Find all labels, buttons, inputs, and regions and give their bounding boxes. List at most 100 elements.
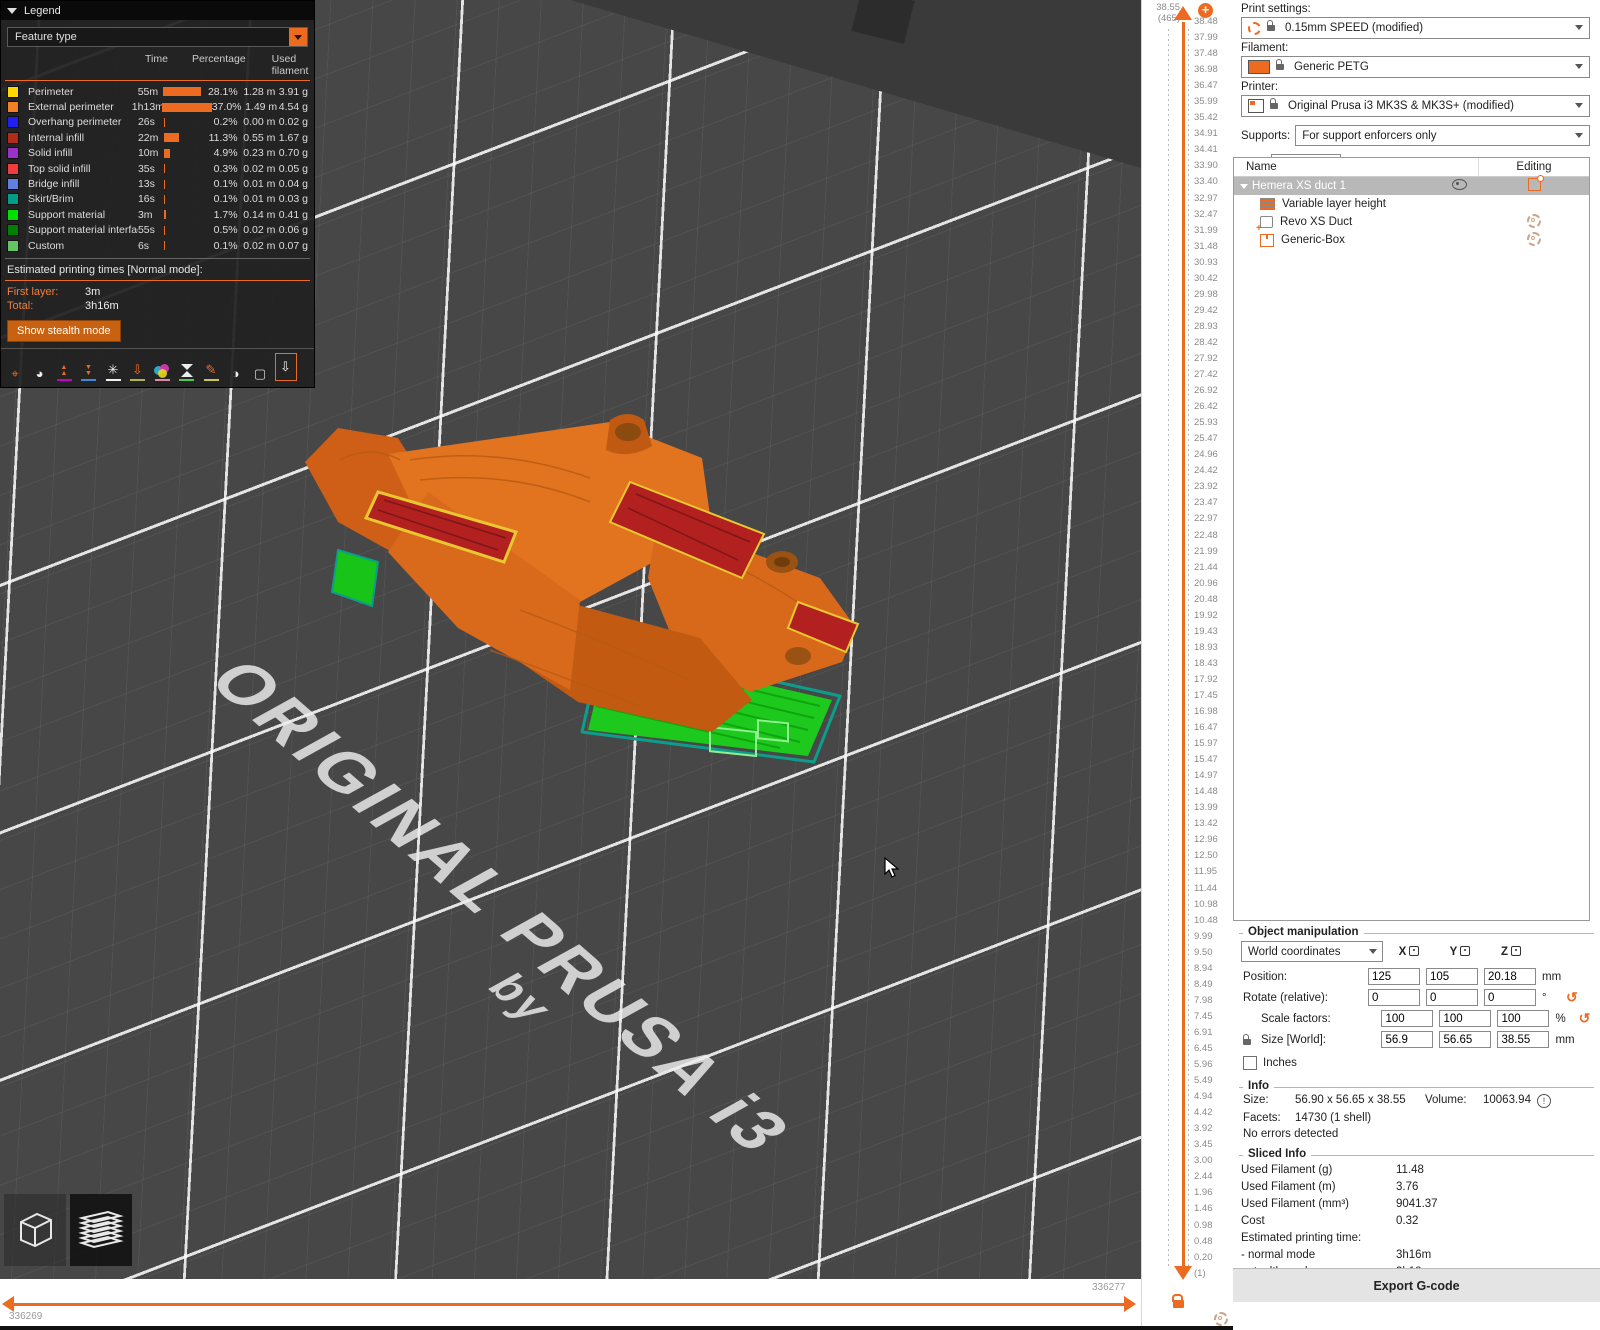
layer-tick-label: 8.94 (1194, 962, 1213, 974)
feature-label: Top solid infill (28, 162, 91, 175)
reset-icon[interactable]: ↺ (1566, 989, 1582, 1006)
input-z[interactable] (1497, 1010, 1550, 1027)
sliced-info-group: Sliced Info Used Filament (g) 11.48 Used F… (1239, 1148, 1594, 1278)
layer-tick-label: 18.93 (1194, 641, 1218, 653)
show-stealth-mode-button[interactable]: Show stealth mode (7, 320, 121, 343)
layer-slider[interactable]: 38.55 (465) + 38.48 37.99 37.48 36.98 36.47 3… (1141, 0, 1233, 1330)
percentage-bar (163, 133, 209, 143)
shells-icon[interactable]: ▢ (250, 357, 270, 381)
input-x[interactable] (1368, 989, 1420, 1006)
object-child-row[interactable]: Revo XS Duct (1234, 213, 1589, 234)
first-layer-label: First layer: (7, 286, 59, 299)
travel-icon[interactable]: ⌖ (5, 357, 25, 381)
percentage-bar-fill (163, 148, 171, 158)
layer-tick-label: 3.00 (1194, 1155, 1213, 1167)
moves-slider-track[interactable] (14, 1303, 1126, 1306)
printer-combo[interactable]: Original Prusa i3 MK3S & MK3S+ (modified… (1241, 95, 1590, 117)
feature-color-swatch (7, 224, 19, 237)
sliced-label: Used Filament (mm³) (1241, 1197, 1349, 1210)
coordinates-dropdown[interactable]: World coordinates (1241, 941, 1383, 962)
custom-gcode-icon[interactable]: ✎ (201, 357, 221, 382)
input-x[interactable] (1381, 1031, 1434, 1048)
print-settings-combo[interactable]: 0.15mm SPEED (modified) (1241, 17, 1590, 39)
wipe-icon[interactable]: ◕ (30, 357, 50, 381)
seams-icon[interactable]: ✳ (103, 357, 123, 382)
sliced-label: Used Filament (g) (1241, 1163, 1333, 1176)
dropdown-button[interactable] (289, 28, 307, 46)
feature-time: 26s (137, 116, 155, 129)
filament-combo[interactable]: Generic PETG (1241, 56, 1590, 78)
feature-meters: 0.02 m (243, 224, 276, 237)
legend-header[interactable]: Legend (1, 1, 314, 20)
percentage-bar-fill (163, 179, 166, 189)
center-of-gravity-icon[interactable]: ◑ (226, 357, 246, 381)
visibility-cell[interactable] (1439, 179, 1479, 193)
color-changes-icon[interactable] (152, 357, 172, 382)
percentage-bar (163, 179, 209, 189)
input-z[interactable] (1497, 1031, 1550, 1048)
feature-grams: 3.91 g (278, 85, 308, 98)
supports-dropdown[interactable]: For support enforcers only (1295, 125, 1590, 146)
settings-cell[interactable] (1479, 231, 1589, 249)
unlock-icon[interactable] (1172, 1294, 1184, 1308)
percentage-bar-fill (163, 225, 166, 235)
percentage-bar-fill (163, 241, 166, 251)
layer-slider-track[interactable] (1182, 22, 1185, 1266)
object-child-row[interactable]: Variable layer height (1234, 195, 1589, 213)
legend-pin-icon[interactable]: ⇩ (274, 353, 297, 382)
layer-tick-label: 30.93 (1194, 256, 1218, 268)
moves-slider-right-thumb[interactable] (1124, 1296, 1136, 1312)
input-y[interactable] (1439, 1031, 1492, 1048)
tool-changes-icon[interactable]: ⇩ (128, 357, 148, 382)
editor-view-button[interactable] (4, 1194, 66, 1266)
slider-settings-gear-icon[interactable] (1214, 1312, 1228, 1326)
layer-tick-label: 25.93 (1194, 417, 1218, 429)
deretractions-icon[interactable]: ▼ ▼ (79, 357, 99, 382)
input-x[interactable] (1368, 968, 1420, 985)
moves-slider[interactable]: 336269 336277 (0, 1279, 1141, 1326)
input-z[interactable] (1484, 968, 1536, 985)
layer-tick-label: 36.47 (1194, 80, 1218, 92)
input-y[interactable] (1426, 989, 1478, 1006)
object-row-selected[interactable]: Hemera XS duct 1 (1234, 175, 1589, 195)
input-x[interactable] (1381, 1010, 1434, 1027)
lock-icon (1267, 20, 1275, 31)
layer-tick-label: 24.96 (1194, 449, 1218, 461)
input-z[interactable] (1484, 989, 1536, 1006)
feature-color-swatch (7, 101, 19, 114)
layer-tick-label: 35.99 (1194, 96, 1218, 108)
moves-slider-left-thumb[interactable] (2, 1296, 14, 1312)
layer-tick-label: 19.92 (1194, 609, 1218, 621)
info-circle-icon[interactable]: ! (1536, 1094, 1551, 1108)
feature-label: Custom (28, 239, 65, 252)
input-y[interactable] (1426, 968, 1478, 985)
inches-checkbox[interactable] (1243, 1056, 1257, 1070)
editing-cell[interactable] (1479, 175, 1589, 194)
layer-tick-label: 28.42 (1194, 336, 1218, 348)
settings-cell[interactable] (1479, 213, 1589, 231)
retractions-icon[interactable]: ▲ ▲ (54, 357, 74, 382)
cube-icon (20, 1212, 52, 1248)
preview-view-button[interactable] (70, 1194, 132, 1266)
feature-percentage: 0.5% (213, 224, 238, 237)
icon-glyph: ✎ (205, 362, 217, 378)
pause-prints-icon[interactable] (177, 357, 197, 382)
part-icon (1256, 216, 1273, 234)
unit-label: mm (1542, 970, 1562, 983)
input-y[interactable] (1439, 1010, 1492, 1027)
layer-tick-label: 4.94 (1194, 1091, 1213, 1103)
object-child-row[interactable]: Generic-Box (1234, 231, 1589, 249)
view-type-dropdown[interactable]: Feature type (7, 27, 308, 47)
export-gcode-button[interactable]: Export G-code (1233, 1268, 1600, 1302)
sliced-model[interactable] (280, 400, 880, 780)
sliced-info-row: Used Filament (mm³) 9041.37 (1239, 1195, 1594, 1212)
reset-icon[interactable]: ↺ (1579, 1010, 1594, 1027)
feature-time: 3m (137, 208, 153, 221)
layer-tick-label: 35.42 (1194, 112, 1218, 124)
legend-row: Overhang perimeter 26s 0.2% 0.00 m 0.02 g (1, 115, 314, 130)
supports-value: For support enforcers only (1302, 129, 1437, 142)
tick-marks-left (1168, 26, 1169, 1266)
print-settings-label: Print settings: (1241, 3, 1311, 15)
percentage-bar (163, 194, 209, 204)
sliced-label: - normal mode (1241, 1248, 1316, 1261)
